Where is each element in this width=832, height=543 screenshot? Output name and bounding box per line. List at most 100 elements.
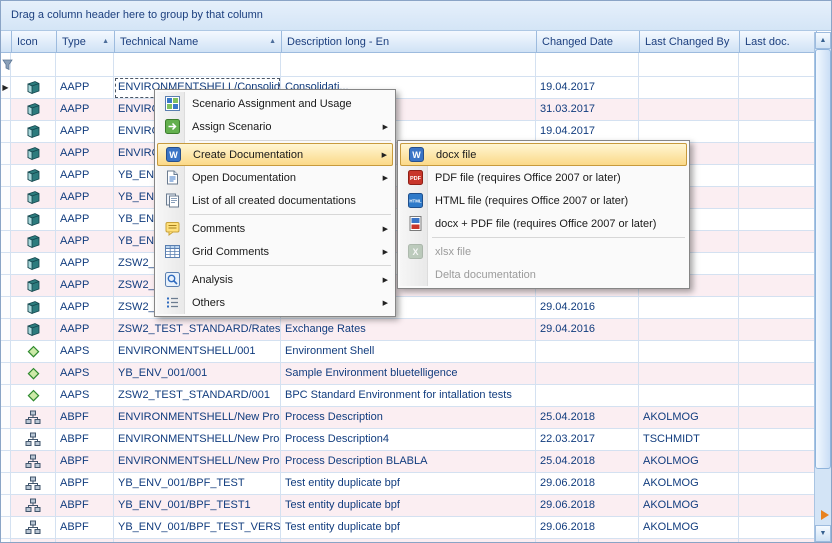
table-row[interactable]: ABPFYB_ENV_001/New Process12Process Desc… (1, 539, 816, 543)
scroll-down-button[interactable]: ▼ (815, 525, 831, 542)
table-row[interactable]: AAPPENVIRO31.03.2017 (1, 99, 816, 121)
last-changed-by-cell[interactable]: AKOLMOG (639, 473, 739, 495)
column-header-type[interactable]: Type ▲ (57, 31, 115, 53)
last-changed-by-cell[interactable]: AKOLMOG (639, 517, 739, 539)
technical-name-cell[interactable]: ENVIRONMENTSHELL/New Proc... (114, 407, 281, 429)
filter-cell-last-doc[interactable] (739, 53, 816, 77)
context-menu-item-create-documentation[interactable]: WCreate Documentation▶ (157, 143, 393, 166)
scrollbar-thumb[interactable] (815, 49, 831, 469)
type-cell[interactable]: ABPF (56, 495, 114, 517)
last-doc-cell[interactable] (739, 539, 816, 543)
filter-cell-technical-name[interactable] (114, 53, 281, 77)
technical-name-cell[interactable]: ENVIRONMENTSHELL/New Proc... (114, 451, 281, 473)
context-menu-item-others[interactable]: Others▶ (157, 291, 393, 314)
context-menu-item-list-of-all-created-documentations[interactable]: List of all created documentations (157, 189, 393, 212)
type-cell[interactable]: ABPF (56, 407, 114, 429)
type-cell[interactable]: AAPS (56, 363, 114, 385)
filter-cell-description[interactable] (281, 53, 536, 77)
submenu-item-xlsx-file[interactable]: Xxlsx file (400, 240, 687, 263)
description-cell[interactable]: Process Description BLABLA (281, 451, 536, 473)
type-cell[interactable]: AAPP (56, 319, 114, 341)
last-changed-by-cell[interactable] (639, 363, 739, 385)
changed-date-cell[interactable] (536, 363, 639, 385)
description-cell[interactable]: Test entity duplicate bpf (281, 495, 536, 517)
changed-date-cell[interactable]: 19.04.2017 (536, 77, 639, 99)
type-cell[interactable]: AAPP (56, 209, 114, 231)
last-doc-cell[interactable] (739, 231, 816, 253)
type-cell[interactable]: AAPS (56, 341, 114, 363)
type-cell[interactable]: ABPF (56, 451, 114, 473)
changed-date-cell[interactable]: 29.06.2018 (536, 473, 639, 495)
context-menu-item-analysis[interactable]: Analysis▶ (157, 268, 393, 291)
last-changed-by-cell[interactable]: AKOLMOG (639, 539, 739, 543)
changed-date-cell[interactable] (536, 385, 639, 407)
description-cell[interactable]: Process Description (281, 539, 536, 543)
last-doc-cell[interactable] (739, 407, 816, 429)
type-cell[interactable]: AAPP (56, 187, 114, 209)
table-row[interactable]: AAPPZSW2_29.04.2016 (1, 297, 816, 319)
last-doc-cell[interactable] (739, 143, 816, 165)
technical-name-cell[interactable]: YB_ENV_001/New Process12 (114, 539, 281, 543)
last-changed-by-cell[interactable]: AKOLMOG (639, 407, 739, 429)
type-cell[interactable]: ABPF (56, 473, 114, 495)
scroll-up-button[interactable]: ▲ (815, 32, 831, 49)
filter-cell-last-changed-by[interactable] (639, 53, 739, 77)
group-by-bar[interactable]: Drag a column header here to group by th… (1, 1, 831, 31)
last-doc-cell[interactable] (739, 473, 816, 495)
changed-date-cell[interactable]: 25.04.2018 (536, 451, 639, 473)
column-header-technical-name[interactable]: Technical Name ▲ (115, 31, 282, 53)
table-row[interactable]: ABPFENVIRONMENTSHELL/New Proc...Process … (1, 429, 816, 451)
submenu-item-delta-documentation[interactable]: Delta documentation (400, 263, 687, 286)
column-header-last-doc[interactable]: Last doc. (740, 31, 817, 53)
last-doc-cell[interactable] (739, 99, 816, 121)
vertical-scrollbar[interactable]: ▲ ▼ (814, 32, 831, 542)
context-menu-item-comments[interactable]: Comments▶ (157, 217, 393, 240)
table-row[interactable]: AAPSENVIRONMENTSHELL/001Environment Shel… (1, 341, 816, 363)
last-doc-cell[interactable] (739, 121, 816, 143)
table-row[interactable]: AAPSZSW2_TEST_STANDARD/001BPC Standard E… (1, 385, 816, 407)
changed-date-cell[interactable] (536, 341, 639, 363)
last-doc-cell[interactable] (739, 385, 816, 407)
changed-date-cell[interactable]: 29.04.2016 (536, 319, 639, 341)
table-row[interactable]: ABPFYB_ENV_001/BPF_TESTTest entity dupli… (1, 473, 816, 495)
last-doc-cell[interactable] (739, 275, 816, 297)
last-doc-cell[interactable] (739, 187, 816, 209)
technical-name-cell[interactable]: YB_ENV_001/001 (114, 363, 281, 385)
technical-name-cell[interactable]: YB_ENV_001/BPF_TEST (114, 473, 281, 495)
last-doc-cell[interactable] (739, 297, 816, 319)
last-doc-cell[interactable] (739, 165, 816, 187)
technical-name-cell[interactable]: ZSW2_TEST_STANDARD/Rates (114, 319, 281, 341)
last-doc-cell[interactable] (739, 253, 816, 275)
type-cell[interactable]: AAPP (56, 121, 114, 143)
type-cell[interactable]: AAPP (56, 253, 114, 275)
last-doc-cell[interactable] (739, 209, 816, 231)
description-cell[interactable]: Process Description4 (281, 429, 536, 451)
submenu-item-docx-pdf-file-requires-office-2007-or-later[interactable]: docx + PDF file (requires Office 2007 or… (400, 212, 687, 235)
last-doc-cell[interactable] (739, 495, 816, 517)
context-menu-item-scenario-assignment-and-usage[interactable]: Scenario Assignment and Usage (157, 92, 393, 115)
table-row[interactable]: AAPSYB_ENV_001/001Sample Environment blu… (1, 363, 816, 385)
submenu-item-pdf-file-requires-office-2007-or-later[interactable]: PDFPDF file (requires Office 2007 or lat… (400, 166, 687, 189)
table-row[interactable]: ABPFYB_ENV_001/BPF_TEST1Test entity dupl… (1, 495, 816, 517)
context-menu-item-assign-scenario[interactable]: Assign Scenario▶ (157, 115, 393, 138)
type-cell[interactable]: AAPP (56, 231, 114, 253)
type-cell[interactable]: AAPP (56, 77, 114, 99)
last-changed-by-cell[interactable] (639, 297, 739, 319)
filter-cell-icon[interactable] (11, 53, 56, 77)
filter-cell-changed-date[interactable] (536, 53, 639, 77)
last-doc-cell[interactable] (739, 77, 816, 99)
changed-date-cell[interactable]: 29.06.2018 (536, 517, 639, 539)
table-row[interactable]: ABPFYB_ENV_001/BPF_TEST_VERSIONTest enti… (1, 517, 816, 539)
last-doc-cell[interactable] (739, 341, 816, 363)
submenu-item-docx-file[interactable]: Wdocx file (400, 143, 687, 166)
changed-date-cell[interactable]: 31.03.2017 (536, 99, 639, 121)
last-changed-by-cell[interactable]: AKOLMOG (639, 495, 739, 517)
description-cell[interactable]: Exchange Rates (281, 319, 536, 341)
column-header-icon[interactable]: Icon (12, 31, 57, 53)
type-cell[interactable]: ABPF (56, 429, 114, 451)
type-cell[interactable]: AAPP (56, 99, 114, 121)
type-cell[interactable]: AAPP (56, 165, 114, 187)
type-cell[interactable]: ABPF (56, 539, 114, 543)
technical-name-cell[interactable]: YB_ENV_001/BPF_TEST1 (114, 495, 281, 517)
context-menu-item-open-documentation[interactable]: Open Documentation▶ (157, 166, 393, 189)
